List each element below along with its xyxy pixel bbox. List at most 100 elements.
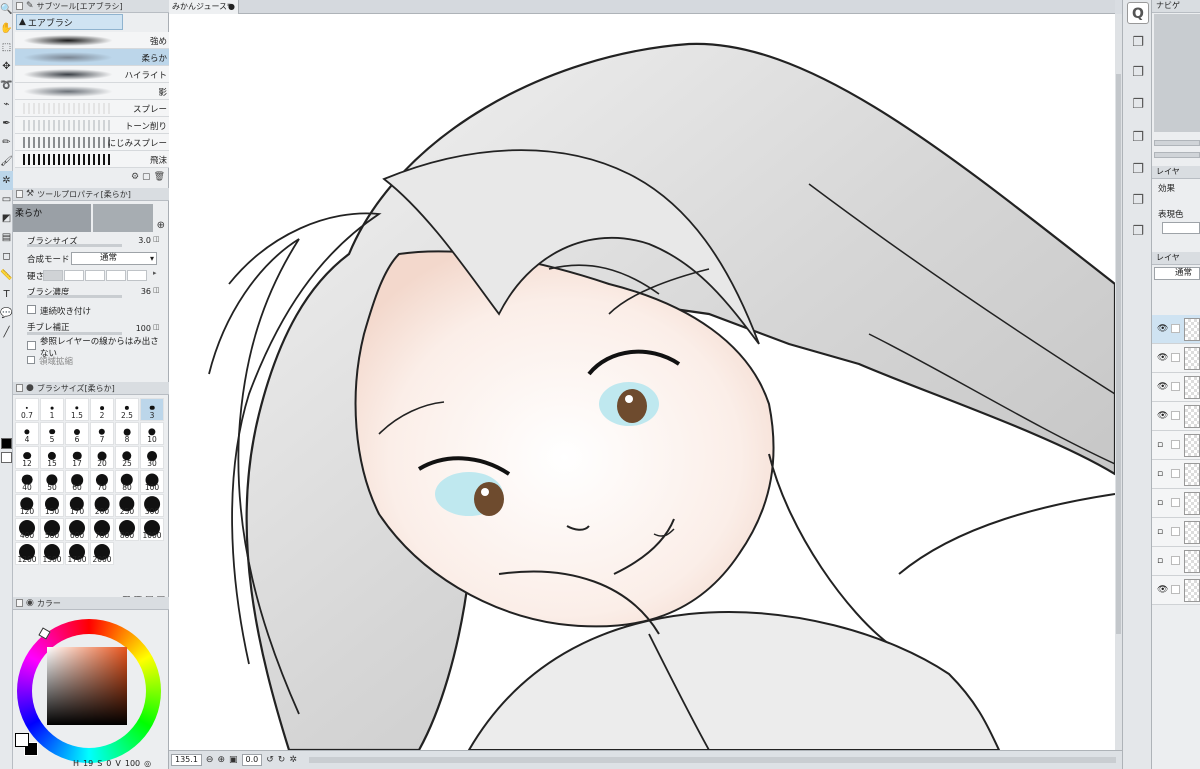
pin-icon[interactable] xyxy=(16,190,23,198)
layer-transform-icon[interactable]: ❐ xyxy=(1127,127,1149,149)
brush-size-cell[interactable]: 800 xyxy=(115,518,139,541)
layer-delete-icon[interactable]: ❐ xyxy=(1127,94,1149,116)
eye-icon[interactable]: 👁 xyxy=(1157,324,1168,334)
canvas-horizontal-scrollbar[interactable] xyxy=(308,757,1116,763)
brush-size-cell[interactable]: 50 xyxy=(40,470,64,493)
brush-size-cell[interactable]: 170 xyxy=(65,494,89,517)
area-scale-checkbox[interactable] xyxy=(27,355,35,364)
eye-hidden-icon[interactable]: ▫ xyxy=(1157,498,1163,508)
fill-icon[interactable]: ◩ xyxy=(0,209,13,228)
brush-size-cell[interactable]: 120 xyxy=(15,494,39,517)
continuous-spray-checkbox[interactable] xyxy=(27,305,36,314)
brush-size-cell[interactable]: 150 xyxy=(40,494,64,517)
brush-size-cell[interactable]: 1.5 xyxy=(65,398,89,421)
canvas-tab[interactable]: みかんジュース* ● xyxy=(169,0,239,14)
eraser-icon[interactable]: ▭ xyxy=(0,190,13,209)
brush-size-cell[interactable]: 1000 xyxy=(140,518,164,541)
layer-copy-icon[interactable]: ❐ xyxy=(1127,32,1149,54)
brush-item[interactable]: スプレー xyxy=(15,100,169,117)
brush-size-cell[interactable]: 100 xyxy=(140,470,164,493)
expression-color-field[interactable] xyxy=(1162,222,1200,234)
layer-row[interactable]: ▫ xyxy=(1152,431,1200,460)
ruler-icon[interactable]: 📏 xyxy=(0,266,13,285)
brush-size-cell[interactable]: 2.5 xyxy=(115,398,139,421)
brush-icon[interactable]: 🖌 xyxy=(0,152,13,171)
blend-mode-select[interactable]: 通常 xyxy=(71,252,157,265)
spin-icon[interactable]: ◫ xyxy=(153,235,163,247)
spin-icon[interactable]: ◫ xyxy=(153,286,163,298)
layer-row[interactable]: 👁 xyxy=(1152,344,1200,373)
magnify-icon[interactable]: ⊕ xyxy=(157,220,165,231)
brush-item[interactable]: 飛沫 xyxy=(15,151,169,168)
chevron-right-icon[interactable]: ▸ xyxy=(153,269,163,281)
layer-export-icon[interactable]: ❐ xyxy=(1127,221,1149,243)
line-icon[interactable]: ╱ xyxy=(0,323,13,342)
saturation-value-square[interactable] xyxy=(47,647,127,725)
airbrush-icon[interactable]: ✲ xyxy=(0,171,13,190)
layer-row[interactable]: ▫ xyxy=(1152,460,1200,489)
brush-size-cell[interactable]: 25 xyxy=(115,446,139,469)
hardness-selector[interactable] xyxy=(43,270,147,281)
eye-icon[interactable]: 👁 xyxy=(1157,585,1168,595)
layer-lock-box[interactable] xyxy=(1171,324,1180,333)
brush-size-cell[interactable]: 1200 xyxy=(15,542,39,565)
brush-item[interactable]: 柔らか xyxy=(15,49,169,66)
brush-size-cell[interactable]: 2 xyxy=(90,398,114,421)
brush-size-cell[interactable]: 17 xyxy=(65,446,89,469)
layer-favorite-icon[interactable]: ❐ xyxy=(1127,190,1149,212)
reset-rotation-icon[interactable]: ✲ xyxy=(289,755,297,765)
zoom-in-icon[interactable]: ⊕ xyxy=(217,755,225,765)
layer-row[interactable]: 👁 xyxy=(1152,402,1200,431)
navigator-zoom-slider[interactable] xyxy=(1154,140,1200,146)
pin-icon[interactable] xyxy=(16,2,23,10)
subtool-group-tab[interactable]: ▲ エアブラシ xyxy=(16,14,123,30)
eye-icon[interactable]: 👁 xyxy=(1157,353,1168,363)
close-icon[interactable]: ● xyxy=(228,0,235,13)
layer-row[interactable]: 👁 xyxy=(1152,373,1200,402)
reference-layer-checkbox[interactable] xyxy=(27,341,36,350)
color-mode-icon[interactable]: ◎ xyxy=(144,759,151,768)
navigator-rotate-slider[interactable] xyxy=(1154,152,1200,158)
layer-lock-box[interactable] xyxy=(1171,498,1180,507)
fg-bg-color[interactable] xyxy=(15,733,39,757)
brush-size-cell[interactable]: 600 xyxy=(65,518,89,541)
layer-lock-box[interactable] xyxy=(1171,585,1180,594)
brush-item[interactable]: 影 xyxy=(15,83,169,100)
brush-size-cell[interactable]: 60 xyxy=(65,470,89,493)
background-color-swatch[interactable] xyxy=(1,452,12,463)
brush-size-cell[interactable]: 30 xyxy=(140,446,164,469)
pencil-icon[interactable]: ✏ xyxy=(0,133,13,152)
canvas-vertical-scrollbar[interactable] xyxy=(1115,14,1122,750)
brush-size-cell[interactable]: 300 xyxy=(140,494,164,517)
brush-size-cell[interactable]: 700 xyxy=(90,518,114,541)
brush-size-slider[interactable] xyxy=(27,244,122,247)
layer-lock-box[interactable] xyxy=(1171,556,1180,565)
brush-size-cell[interactable]: 7 xyxy=(90,422,114,445)
brush-size-cell[interactable]: 500 xyxy=(40,518,64,541)
settings-icon[interactable]: ⚙ xyxy=(131,172,139,182)
layer-merge-icon[interactable]: ❐ xyxy=(1127,159,1149,181)
pen-icon[interactable]: ✒ xyxy=(0,114,13,133)
layer-blend-select[interactable]: 通常 xyxy=(1154,267,1200,280)
brush-size-cell[interactable]: 0.7 xyxy=(15,398,39,421)
brush-size-cell[interactable]: 4 xyxy=(15,422,39,445)
eyedropper-icon[interactable]: ⌁ xyxy=(0,95,13,114)
scroll-thumb[interactable] xyxy=(1116,74,1121,634)
brush-size-cell[interactable]: 5 xyxy=(40,422,64,445)
zoom-icon[interactable]: 🔍 xyxy=(0,0,13,19)
brush-item[interactable]: ハイライト xyxy=(15,66,169,83)
spin-icon[interactable]: ◫ xyxy=(153,323,163,335)
selection-icon[interactable]: ⬚ xyxy=(0,38,13,57)
brush-density-slider[interactable] xyxy=(27,295,122,298)
text-icon[interactable]: T xyxy=(0,285,13,304)
layer-lock-box[interactable] xyxy=(1171,411,1180,420)
stabilizer-row[interactable]: 手ブレ補正 100 ◫ xyxy=(15,320,165,335)
layer-lock-box[interactable] xyxy=(1171,382,1180,391)
brush-size-row[interactable]: ブラシサイズ 3.0 ◫ xyxy=(15,234,165,248)
continuous-spray-row[interactable]: 連続吹き付け xyxy=(15,304,165,318)
eye-hidden-icon[interactable]: ▫ xyxy=(1157,527,1163,537)
navigator-preview[interactable] xyxy=(1154,14,1200,132)
layer-row[interactable]: 👁 xyxy=(1152,315,1200,344)
reference-layer-row[interactable]: 参照レイヤーの線からはみ出さない xyxy=(15,337,165,359)
brush-size-cell[interactable]: 6 xyxy=(65,422,89,445)
